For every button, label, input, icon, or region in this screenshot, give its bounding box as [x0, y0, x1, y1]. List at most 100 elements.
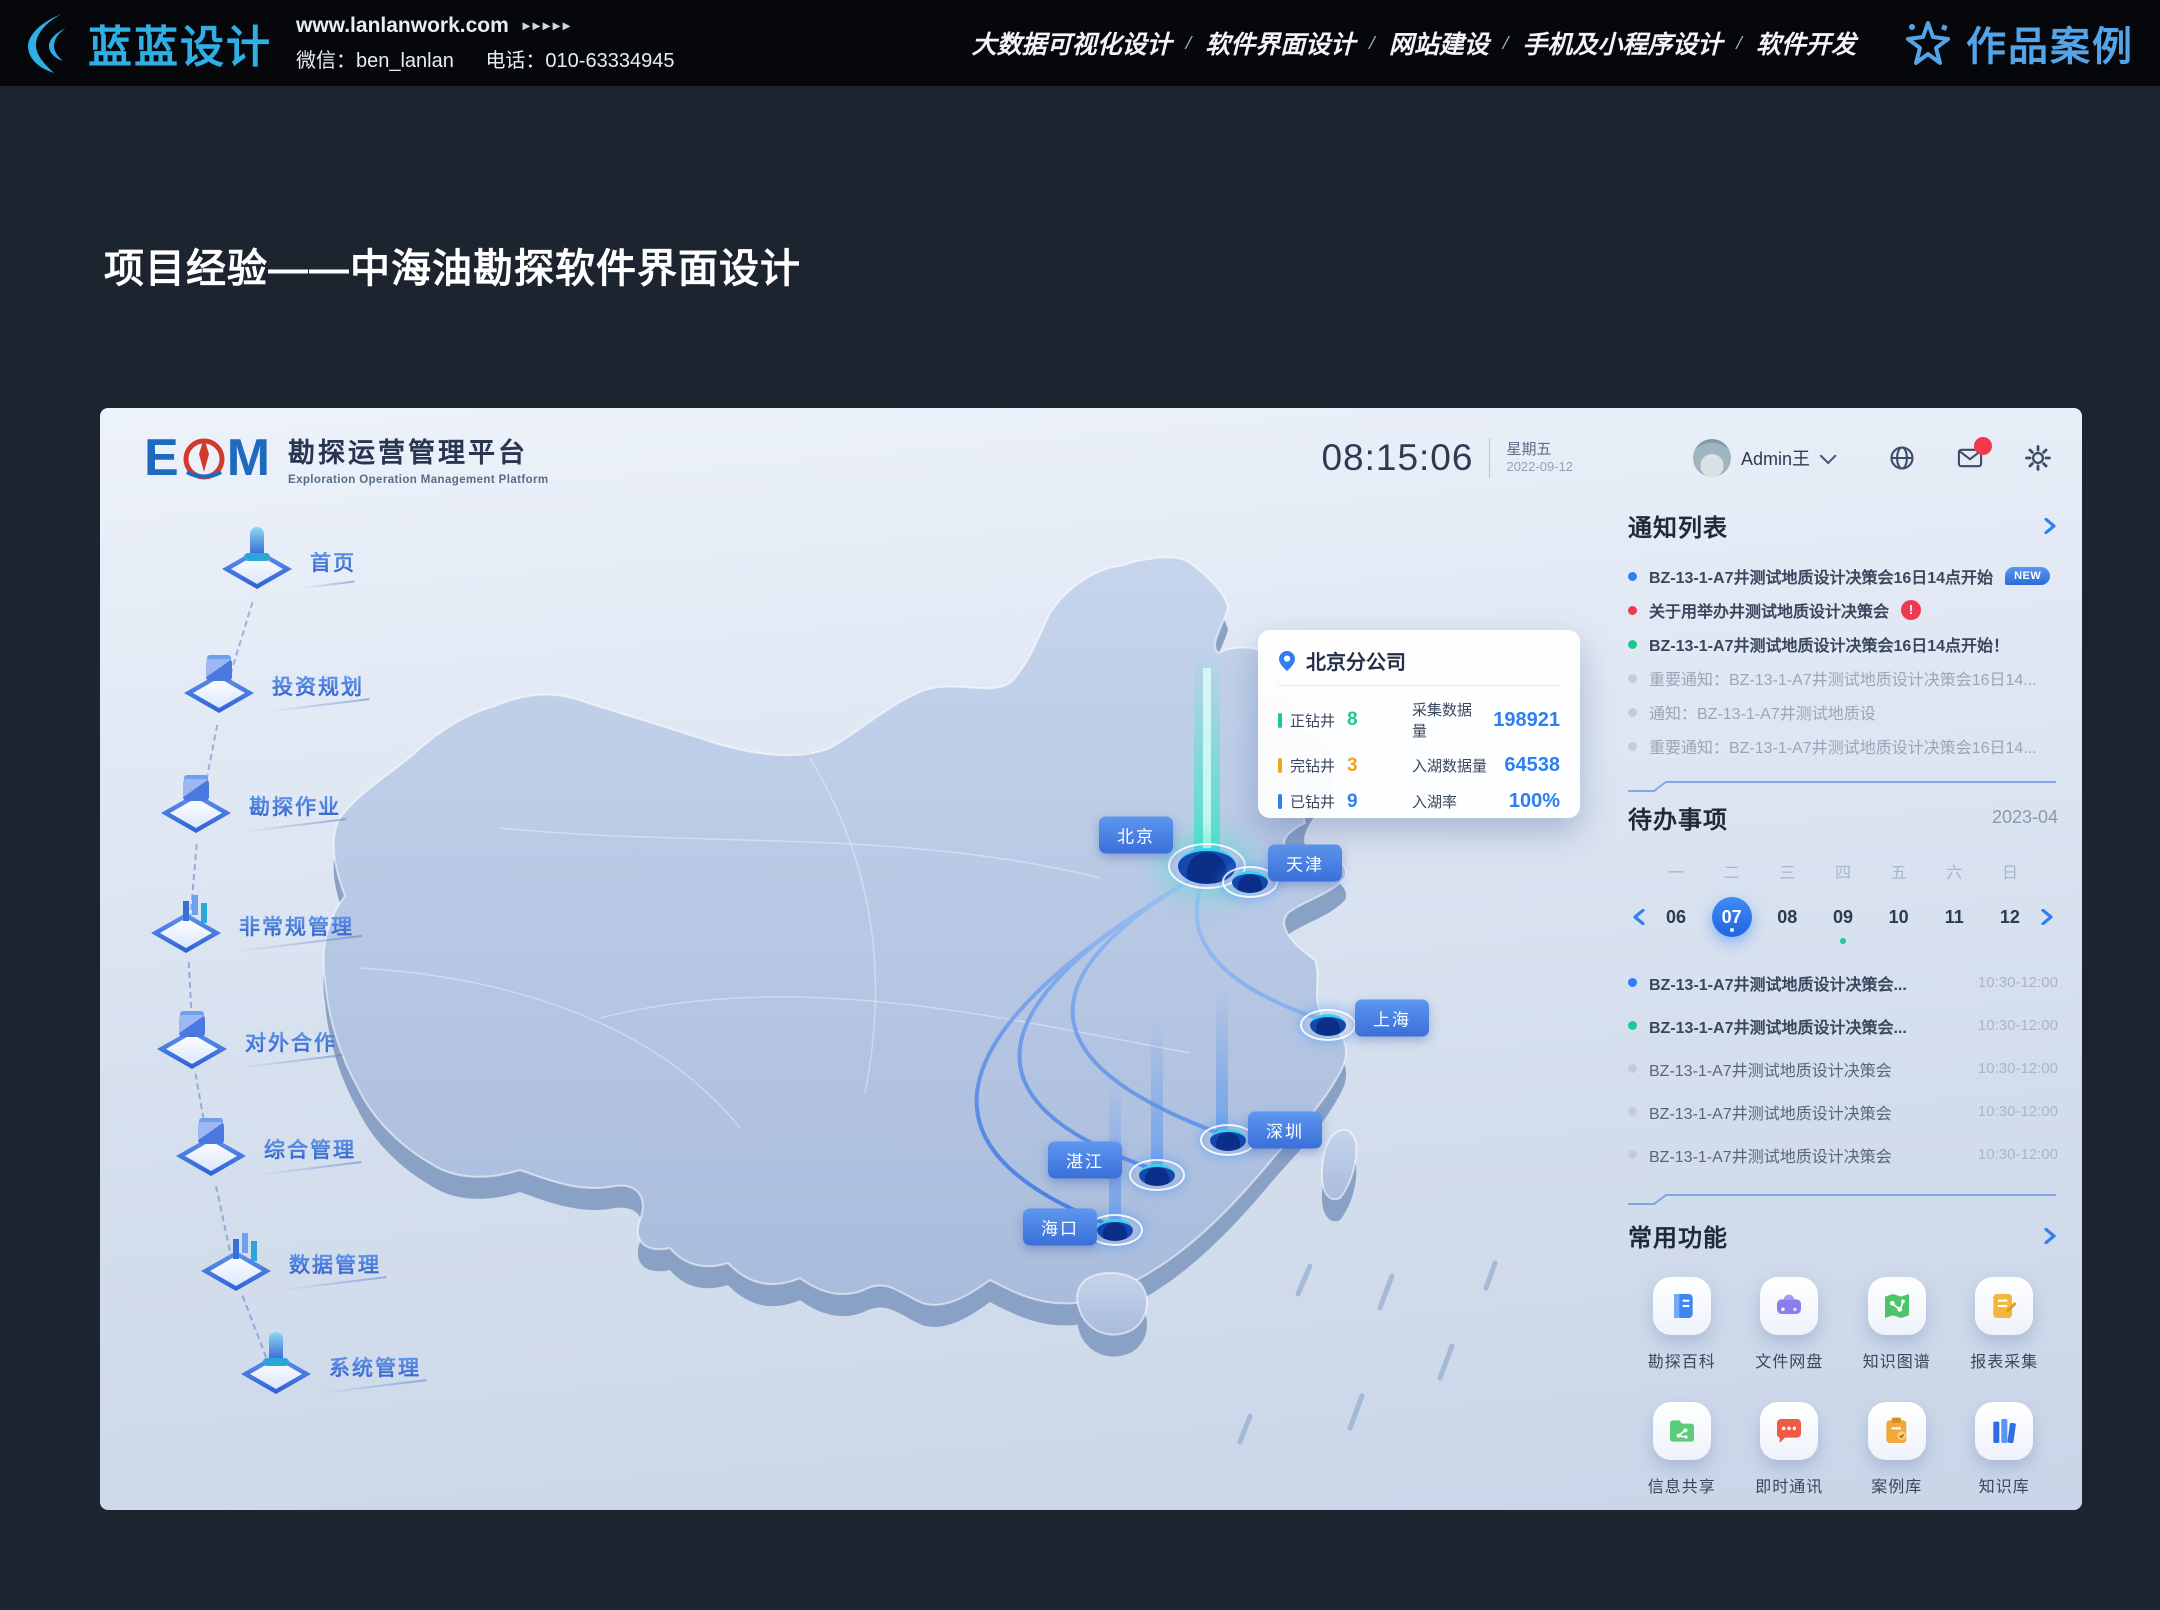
lanlan-logo[interactable]: 蓝蓝设计	[22, 11, 272, 75]
menu-label: 投资规划	[272, 671, 364, 701]
city-label-zhanjiang[interactable]: 湛江	[1048, 1142, 1122, 1179]
cases-button[interactable]: 作品案例	[1902, 14, 2134, 72]
printer-platform-icon	[172, 1100, 250, 1178]
day-cell[interactable]: 09	[1823, 897, 1863, 937]
menu-label: 数据管理	[289, 1249, 381, 1279]
todo-item[interactable]: BZ-13-1-A7井测试地质设计决策会 10:30-12:00	[1628, 1047, 2058, 1090]
section-divider	[1628, 1192, 2058, 1206]
folder-platform-icon	[157, 757, 235, 835]
website-url[interactable]: www.lanlanwork.com	[296, 14, 509, 38]
city-label-tianjin[interactable]: 天津	[1268, 845, 1342, 882]
func-case-library[interactable]: 案例库	[1843, 1402, 1951, 1497]
notice-item[interactable]: 重要通知：BZ-13-1-A7井测试地质设计决策会16日14...	[1628, 661, 2058, 695]
weekday-cell: 日	[2002, 859, 2018, 883]
status-dot	[1628, 742, 1637, 751]
menu-label: 对外合作	[245, 1027, 337, 1057]
menu-item-investment-planning[interactable]: 投资规划	[180, 637, 430, 737]
chevron-right-icon[interactable]	[2042, 1228, 2058, 1244]
page-title: 项目经验——中海油勘探软件界面设计	[104, 236, 801, 294]
chart-platform-icon	[147, 877, 225, 955]
site-header: 蓝蓝设计 www.lanlanwork.com ▸▸▸▸▸ 微信：ben_lan…	[0, 0, 2160, 86]
day-cell[interactable]: 10	[1879, 897, 1919, 937]
func-exploration-wiki[interactable]: 勘探百科	[1628, 1277, 1736, 1372]
menu-item-data-management[interactable]: 数据管理	[197, 1215, 447, 1315]
func-knowledge-base[interactable]: 知识库	[1951, 1402, 2059, 1497]
weekday-cell: 一	[1668, 859, 1684, 883]
calendar-next-icon[interactable]	[2036, 909, 2058, 925]
status-dot	[1628, 1064, 1637, 1073]
phone-label: 电话：010-63334945	[485, 50, 674, 72]
todo-item[interactable]: BZ-13-1-A7井测试地质设计决策会 10:30-12:00	[1628, 1090, 2058, 1133]
nav-separator: /	[1186, 32, 1192, 55]
nav-item-mobile[interactable]: 手机及小程序设计	[1522, 25, 1722, 61]
popup-title: 北京分公司	[1306, 646, 1406, 675]
menu-item-home[interactable]: 首页	[218, 513, 468, 613]
day-cell[interactable]: 08	[1767, 897, 1807, 937]
todo-item[interactable]: BZ-13-1-A7井测试地质设计决策会... 10:30-12:00	[1628, 961, 2058, 1004]
map-marker-zhanjiang[interactable]	[1129, 1159, 1185, 1191]
menu-item-unconventional-management[interactable]: 非常规管理	[147, 877, 397, 977]
nav-item-software-ui[interactable]: 软件界面设计	[1205, 25, 1355, 61]
stat-drilled-wells: 已钻井 9	[1278, 790, 1396, 813]
functions-title: 常用功能	[1628, 1218, 1728, 1253]
ecm-letter-e: E	[144, 428, 181, 488]
page: 蓝蓝设计 www.lanlanwork.com ▸▸▸▸▸ 微信：ben_lan…	[0, 0, 2160, 1610]
notice-item[interactable]: 通知：BZ-13-1-A7井测试地质设	[1628, 695, 2058, 729]
status-dot	[1628, 978, 1637, 987]
city-label-haikou[interactable]: 海口	[1023, 1209, 1097, 1246]
day-cell-selected[interactable]: 07	[1712, 897, 1752, 937]
menu-label: 非常规管理	[239, 911, 354, 941]
menu-label: 综合管理	[264, 1134, 356, 1164]
weekday-cell: 五	[1891, 859, 1907, 883]
menu-item-comprehensive-management[interactable]: 综合管理	[172, 1100, 422, 1200]
divider	[1489, 438, 1490, 478]
nav-item-bigdata[interactable]: 大数据可视化设计	[972, 25, 1172, 61]
nav-item-website[interactable]: 网站建设	[1389, 25, 1489, 61]
todo-item[interactable]: BZ-13-1-A7井测试地质设计决策会 10:30-12:00	[1628, 1133, 2058, 1176]
func-info-sharing[interactable]: 信息共享	[1628, 1402, 1736, 1497]
figure-platform-icon	[153, 993, 231, 1071]
notice-item[interactable]: BZ-13-1-A7井测试地质设计决策会16日14点开始 NEW	[1628, 559, 2058, 593]
func-knowledge-graph[interactable]: 知识图谱	[1843, 1277, 1951, 1372]
menu-item-external-cooperation[interactable]: 对外合作	[153, 993, 403, 1093]
func-instant-messaging[interactable]: 即时通讯	[1736, 1402, 1844, 1497]
city-label-shenzhen[interactable]: 深圳	[1248, 1112, 1322, 1149]
menu-item-system-management[interactable]: 系统管理	[237, 1318, 487, 1418]
stat-lake-data: 入湖数据量 64538	[1412, 754, 1560, 777]
calendar-prev-icon[interactable]	[1628, 909, 1650, 925]
location-pin-icon	[1278, 650, 1296, 672]
map-marker-shanghai[interactable]	[1300, 1009, 1356, 1041]
platform-title: 勘探运营管理平台	[288, 431, 549, 470]
nav-item-dev[interactable]: 软件开发	[1756, 25, 1856, 61]
drive-icon	[1773, 1290, 1805, 1322]
calendar-month: 2023-04	[1992, 807, 2058, 828]
func-report-collection[interactable]: 报表采集	[1951, 1277, 2059, 1372]
wechat-label: 微信：ben_lanlan	[296, 50, 454, 72]
day-cell[interactable]: 12	[1990, 897, 2030, 937]
nav-separator: /	[1369, 32, 1375, 55]
menu-item-exploration-operations[interactable]: 勘探作业	[157, 757, 407, 857]
city-label-beijing[interactable]: 北京	[1099, 817, 1173, 854]
notice-item[interactable]: 重要通知：BZ-13-1-A7井测试地质设计决策会16日14...	[1628, 729, 2058, 763]
day-cell[interactable]: 11	[1934, 897, 1974, 937]
chat-icon	[1773, 1415, 1805, 1447]
func-file-drive[interactable]: 文件网盘	[1736, 1277, 1844, 1372]
chevron-right-icon[interactable]	[2042, 518, 2058, 534]
notice-item[interactable]: BZ-13-1-A7井测试地质设计决策会16日14点开始！	[1628, 627, 2058, 661]
graph-icon	[1881, 1290, 1913, 1322]
notice-section: 通知列表 BZ-13-1-A7井测试地质设计决策会16日14点开始 NEW 关于…	[1628, 508, 2058, 798]
city-label-shanghai[interactable]: 上海	[1355, 1000, 1429, 1037]
ecm-logo: E M 勘探运营管理平台 Exploration Operation Manag…	[144, 428, 549, 488]
books-icon	[1988, 1415, 2020, 1447]
status-dot	[1628, 1021, 1637, 1030]
notice-item[interactable]: 关于用举办井测试地质设计决策会 !	[1628, 593, 2058, 627]
sparkle-star-icon	[1902, 17, 1954, 69]
menu-label: 首页	[310, 547, 356, 577]
ecm-letters: E M	[144, 428, 272, 488]
clock: 08:15:06	[1321, 437, 1473, 479]
todo-item[interactable]: BZ-13-1-A7井测试地质设计决策会... 10:30-12:00	[1628, 1004, 2058, 1047]
brand-text: 蓝蓝设计	[88, 11, 272, 75]
date-block: 星期五 2022-09-12	[1506, 441, 1573, 476]
day-cell[interactable]: 06	[1656, 897, 1696, 937]
status-dot	[1628, 674, 1637, 683]
